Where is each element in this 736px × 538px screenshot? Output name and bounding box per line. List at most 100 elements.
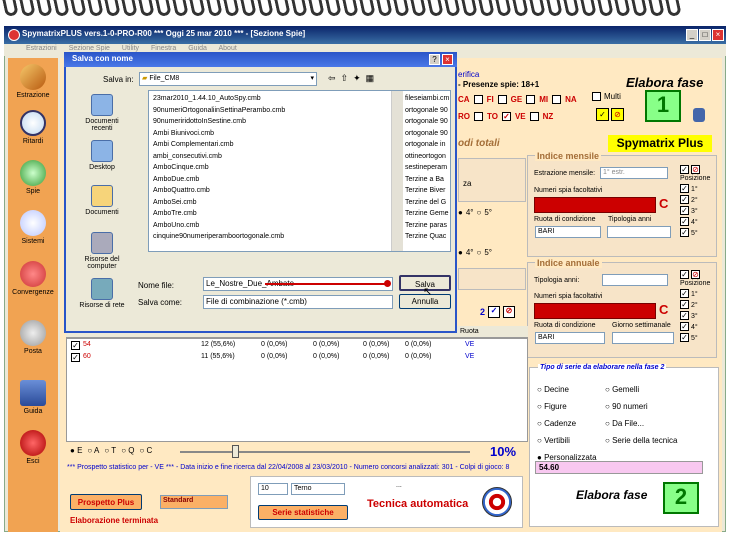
posizione-annuale-cancel-icon[interactable]: ⊘ xyxy=(691,270,700,279)
option-da-file[interactable]: ○ Da File... xyxy=(605,415,677,432)
file-item[interactable]: ortogonale 90 xyxy=(405,116,449,128)
file-item[interactable]: Terzine a Ba xyxy=(405,174,449,186)
dialog-help-button[interactable]: ? xyxy=(429,54,440,65)
target-icon[interactable] xyxy=(482,487,512,517)
file-item[interactable]: Terzine Geme xyxy=(405,208,449,220)
fase-1-button[interactable]: 1 xyxy=(645,90,681,122)
sidebar-item-guida[interactable]: Guida xyxy=(8,380,58,415)
minimize-button[interactable]: _ xyxy=(686,29,698,41)
radio-4b[interactable]: 4° xyxy=(466,248,474,257)
file-item[interactable]: Terzine del G xyxy=(405,197,449,209)
option-decine[interactable]: ○ Decine xyxy=(537,381,597,398)
maximize-button[interactable]: □ xyxy=(699,29,711,41)
numeri-spia-mensile-field[interactable] xyxy=(534,197,656,213)
wheel-nz-checkbox[interactable] xyxy=(529,112,539,121)
view-menu-icon[interactable]: ▦ xyxy=(366,73,375,84)
standard-select[interactable]: Standard xyxy=(160,495,228,509)
file-item[interactable]: ambi_consecutivi.cmb xyxy=(153,151,285,163)
radio-q[interactable]: ○ Q xyxy=(121,446,134,455)
file-item[interactable]: ortogonale in xyxy=(405,139,449,151)
file-item[interactable]: 90numeriridottoInSestine.cmb xyxy=(153,116,285,128)
check-icon[interactable]: ✓ xyxy=(596,108,609,121)
pos-annuale-4[interactable]: ✓ 4° xyxy=(680,322,710,333)
file-item[interactable]: AmboTre.cmb xyxy=(153,208,285,220)
close-button[interactable]: × xyxy=(712,29,724,41)
num-select[interactable]: 10 xyxy=(258,483,288,495)
back-icon[interactable]: ⇦ xyxy=(328,73,336,84)
wheel-to-checkbox[interactable] xyxy=(474,112,483,121)
file-item[interactable]: sestineperam xyxy=(405,162,449,174)
posizione-mensile-ok-icon[interactable]: ✓ xyxy=(680,165,689,174)
cancel-icon[interactable]: ⊘ xyxy=(611,108,624,121)
multi-checkbox[interactable] xyxy=(592,92,601,101)
tipologia-annuale-select[interactable] xyxy=(602,274,668,286)
wheel-mi-checkbox[interactable] xyxy=(526,95,536,104)
sidebar-item-esci[interactable]: Esci xyxy=(8,430,58,465)
file-type-select[interactable]: File di combinazione (*.cmb) xyxy=(203,295,393,309)
table-row[interactable]: ✓ 60 11 (55,6%) 0 (0,0%) 0 (0,0%) 0 (0,0… xyxy=(71,353,527,364)
option-figure[interactable]: ○ Figure xyxy=(537,398,597,415)
pos-mensile-3[interactable]: ✓ 3° xyxy=(680,206,710,217)
radio-5b[interactable]: 5° xyxy=(484,248,492,257)
file-item[interactable]: ortogonale 90 xyxy=(405,105,449,117)
wheel-na-checkbox[interactable] xyxy=(552,95,562,104)
estrazione-mensile-select[interactable]: 1° estr. xyxy=(600,167,668,179)
tipologia-mensile-select[interactable] xyxy=(607,226,671,238)
menu-finestra[interactable]: Finestra xyxy=(151,45,176,52)
wheel-ge-checkbox[interactable] xyxy=(497,95,507,104)
posizione-mensile-cancel-icon[interactable]: ⊘ xyxy=(691,165,700,174)
file-item[interactable]: Terzine Biver xyxy=(405,185,449,197)
place-desktop[interactable]: Desktop xyxy=(74,140,130,171)
posizione-annuale-ok-icon[interactable]: ✓ xyxy=(680,270,689,279)
file-item[interactable]: ortogonale 90 xyxy=(405,128,449,140)
sidebar-item-spie[interactable]: Spie xyxy=(8,160,58,195)
place-risorse-computer[interactable]: Risorse del computer xyxy=(74,232,130,270)
radio-4[interactable]: 4° xyxy=(466,208,474,217)
pos-mensile-5[interactable]: ✓ 5° xyxy=(680,228,710,239)
place-risorse-rete[interactable]: Risorse di rete xyxy=(74,278,130,309)
new-folder-icon[interactable]: ✦ xyxy=(353,73,361,84)
file-item[interactable]: 90numeriOrtogonaliinSettinaPerambo.cmb xyxy=(153,105,285,117)
option-gemelli[interactable]: ○ Gemelli xyxy=(605,381,677,398)
pos-mensile-4[interactable]: ✓ 4° xyxy=(680,217,710,228)
c-annuale-button[interactable]: C xyxy=(659,302,668,317)
slider-track[interactable] xyxy=(180,451,470,453)
option-serie-tecnica[interactable]: ○ Serie della tecnica xyxy=(605,432,677,449)
file-item[interactable]: cinquine90numeriperamboortogonale.cmb xyxy=(153,231,285,243)
menu-sezione-spie[interactable]: Sezione Spie xyxy=(69,45,110,52)
user-icon[interactable] xyxy=(693,108,705,122)
terno-select[interactable]: Terno xyxy=(291,483,345,495)
numeri-spia-annuale-field[interactable] xyxy=(534,303,656,319)
radio-a[interactable]: ○ A xyxy=(87,446,99,455)
ruota-mensile-select[interactable]: BARI xyxy=(535,226,601,238)
sidebar-item-ritardi[interactable]: Ritardi xyxy=(8,110,58,145)
pos-mensile-2[interactable]: ✓ 2° xyxy=(680,195,710,206)
file-item[interactable]: Terzine Quac xyxy=(405,231,449,243)
option-90-numeri[interactable]: ○ 90 numeri xyxy=(605,398,677,415)
personalizzata-field[interactable]: 54.60 xyxy=(535,461,703,474)
file-item[interactable]: fileseiambi.cm xyxy=(405,93,449,105)
file-item[interactable]: Ambi Complementari.cmb xyxy=(153,139,285,151)
multi-option[interactable]: Multi xyxy=(592,92,621,101)
fase-2-button[interactable]: 2 xyxy=(663,482,699,514)
file-item[interactable]: Ambi Biunivoci.cmb xyxy=(153,128,285,140)
prospetto-plus-button[interactable]: Prospetto Plus xyxy=(70,494,142,510)
file-item[interactable]: AmboUno.cmb xyxy=(153,220,285,232)
file-item[interactable]: ottineortogon xyxy=(405,151,449,163)
folder-up-icon[interactable]: ⇧ xyxy=(341,73,349,84)
file-item[interactable]: AmboCinque.cmb xyxy=(153,162,285,174)
radio-c[interactable]: ○ C xyxy=(139,446,152,455)
place-documenti[interactable]: Documenti xyxy=(74,185,130,216)
pos-annuale-3[interactable]: ✓ 3° xyxy=(680,311,710,322)
file-item[interactable]: 23mar2010_1.44.10_AutoSpy.cmb xyxy=(153,93,285,105)
place-documenti-recenti[interactable]: Documenti recenti xyxy=(74,94,130,132)
check-2-cancel-icon[interactable]: ⊘ xyxy=(503,306,516,318)
pos-annuale-5[interactable]: ✓ 5° xyxy=(680,333,710,344)
giorno-annuale-select[interactable] xyxy=(612,332,674,344)
file-item[interactable]: Terzine paras xyxy=(405,220,449,232)
serie-statistiche-button[interactable]: Serie statistiche xyxy=(258,505,348,520)
menu-estrazioni[interactable]: Estrazioni xyxy=(26,45,57,52)
sidebar-item-posta[interactable]: Posta xyxy=(8,320,58,355)
wheel-ca[interactable]: CA xyxy=(458,95,470,104)
option-cadenze[interactable]: ○ Cadenze xyxy=(537,415,597,432)
